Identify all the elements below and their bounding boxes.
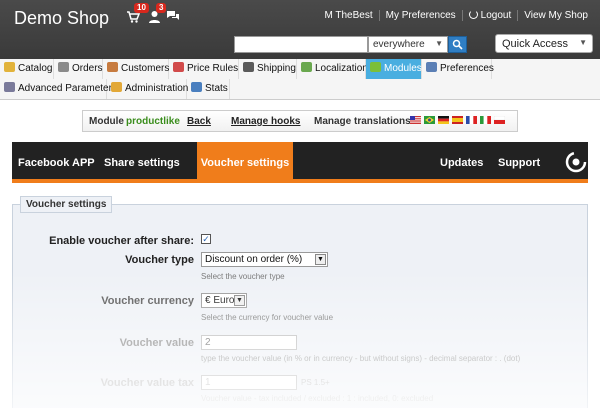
voucher-type-value: Discount on order (%)	[205, 254, 303, 265]
user-link[interactable]: M TheBest	[318, 10, 378, 21]
main-tabs: Catalog Orders Customers Price Rules Shi…	[0, 59, 600, 100]
module-name: productlike	[126, 116, 180, 127]
chevron-down-icon: ▼	[234, 295, 245, 306]
flag-fr-icon[interactable]	[466, 116, 477, 124]
flag-br-icon[interactable]	[424, 116, 435, 124]
quick-access-select[interactable]: Quick Access ▼	[495, 34, 593, 53]
nav-voucher-settings[interactable]: Voucher settings	[197, 142, 293, 183]
customers-badge: 3	[156, 3, 167, 13]
search-button[interactable]	[448, 36, 467, 53]
messages-icon[interactable]	[166, 10, 180, 26]
nav-facebook-app[interactable]: Facebook APP	[18, 157, 95, 169]
orders-icon	[58, 62, 69, 72]
stats-icon	[191, 82, 202, 92]
tab-price-rules[interactable]: Price Rules	[169, 59, 239, 79]
chevron-down-icon: ▼	[435, 39, 443, 48]
manage-hooks-link[interactable]: Manage hooks	[231, 116, 300, 127]
shipping-icon	[243, 62, 254, 72]
flag-es-icon[interactable]	[452, 116, 463, 124]
voucher-value-tax-suffix: PS 1.5+	[301, 378, 330, 387]
customers-icon	[107, 62, 118, 72]
shop-name[interactable]: Demo Shop	[14, 8, 109, 29]
module-toolbar: Module productlike Back Manage hooks Man…	[82, 110, 518, 132]
voucher-type-select[interactable]: Discount on order (%) ▼	[201, 252, 328, 267]
view-my-shop-link[interactable]: View My Shop	[517, 10, 594, 21]
voucher-type-help: Select the voucher type	[201, 272, 285, 281]
search-scope-value: everywhere	[373, 39, 425, 50]
voucher-value-input[interactable]: 2	[201, 335, 297, 350]
top-header: Demo Shop 10 3 M TheBest My Preferences …	[0, 0, 600, 59]
voucher-value-tax-label: Voucher value tax	[100, 377, 194, 389]
search-scope-select[interactable]: everywhere ▼	[368, 36, 448, 53]
back-link[interactable]: Back	[187, 116, 211, 127]
administration-icon	[111, 82, 122, 92]
voucher-currency-help: Select the currency for voucher value	[201, 313, 334, 322]
enable-voucher-checkbox[interactable]: ✓	[201, 234, 211, 244]
flag-us-icon[interactable]	[410, 116, 421, 124]
power-icon	[468, 10, 478, 19]
voucher-type-label: Voucher type	[125, 254, 194, 266]
tab-catalog[interactable]: Catalog	[0, 59, 54, 79]
tab-preferences[interactable]: Preferences	[422, 59, 494, 79]
catalog-icon	[4, 62, 15, 72]
voucher-value-help: type the voucher value (in % or in curre…	[201, 354, 521, 363]
search-input[interactable]	[234, 36, 368, 53]
tab-modules[interactable]: Modules	[366, 59, 422, 79]
top-links: M TheBest My Preferences Logout View My …	[318, 10, 594, 21]
nav-share-settings[interactable]: Share settings	[104, 157, 180, 169]
voucher-currency-value: € Euro	[205, 295, 235, 306]
quick-access-label: Quick Access	[502, 38, 569, 50]
search-icon	[452, 39, 463, 50]
logout-label: Logout	[480, 10, 512, 21]
chevron-down-icon: ▼	[579, 38, 587, 47]
tab-shipping[interactable]: Shipping	[239, 59, 297, 79]
voucher-settings-legend: Voucher settings	[20, 196, 113, 213]
manage-translations-label: Manage translations:	[314, 116, 415, 127]
voucher-value-tax-input[interactable]: 1	[201, 375, 297, 390]
flag-de-icon[interactable]	[438, 116, 449, 124]
chevron-down-icon: ▼	[315, 254, 326, 265]
modules-icon	[370, 62, 381, 72]
enable-voucher-label: Enable voucher after share:	[49, 235, 194, 247]
voucher-currency-label: Voucher currency	[101, 295, 194, 307]
flag-pl-icon[interactable]	[494, 116, 505, 124]
orders-badge: 10	[134, 3, 149, 13]
voucher-value-tax-help: Voucher value - tax included / excluded …	[201, 394, 434, 403]
advanced-parameters-icon	[4, 82, 15, 92]
nav-support[interactable]: Support	[498, 157, 540, 169]
tab-customers[interactable]: Customers	[103, 59, 169, 79]
voucher-currency-select[interactable]: € Euro ▼	[201, 293, 247, 308]
tab-orders[interactable]: Orders	[54, 59, 103, 79]
flag-it-icon[interactable]	[480, 116, 491, 124]
voucher-value-label: Voucher value	[119, 337, 194, 349]
tab-advanced-parameters[interactable]: Advanced Parameters	[0, 79, 117, 99]
module-nav: Facebook APP Share settings Voucher sett…	[12, 142, 588, 183]
module-prefix: Module	[89, 116, 124, 127]
my-preferences-link[interactable]: My Preferences	[378, 10, 462, 21]
localization-icon	[301, 62, 312, 72]
module-logo-icon	[565, 151, 587, 173]
tab-administration[interactable]: Administration	[107, 79, 188, 99]
tab-stats[interactable]: Stats	[187, 79, 230, 99]
price-rules-icon	[173, 62, 184, 72]
tab-localization[interactable]: Localization	[297, 59, 368, 79]
logout-link[interactable]: Logout	[461, 10, 518, 21]
preferences-icon	[426, 62, 437, 72]
nav-updates[interactable]: Updates	[440, 157, 483, 169]
